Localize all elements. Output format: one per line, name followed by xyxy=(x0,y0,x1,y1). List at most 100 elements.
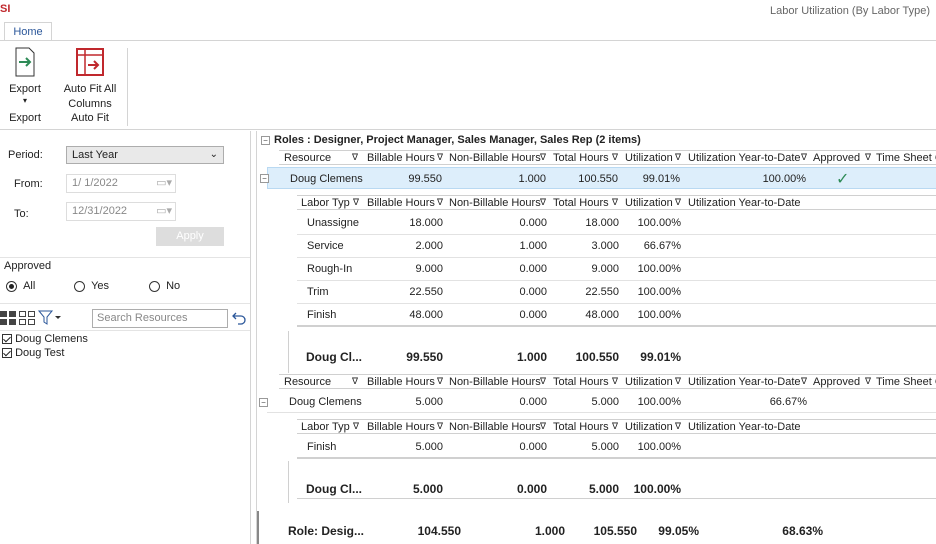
filter-icon[interactable]: ∇ xyxy=(352,152,358,163)
apply-button[interactable]: Apply xyxy=(156,227,224,246)
col-billable[interactable]: Billable Hours xyxy=(367,197,435,209)
col-labor-type[interactable]: Labor Typ xyxy=(301,197,350,209)
filter-icon[interactable]: ∇ xyxy=(437,376,443,387)
billable-value: 9.000 xyxy=(415,263,443,275)
resource-row[interactable]: − Doug Clemens 5.000 0.000 5.000 100.00%… xyxy=(259,391,936,413)
resource-item[interactable]: Doug Clemens xyxy=(2,333,88,345)
filter-icon[interactable]: ∇ xyxy=(353,421,359,432)
col-nonbillable[interactable]: Non-Billable Hours xyxy=(449,376,541,388)
filter-icon[interactable]: ∇ xyxy=(352,376,358,387)
col-resource[interactable]: Resource xyxy=(284,152,331,164)
approved-all-option[interactable]: All xyxy=(6,280,35,292)
labor-type: Finish xyxy=(307,441,337,453)
col-nonbillable[interactable]: Non-Billable Hours xyxy=(449,421,541,433)
filter-icon[interactable]: ∇ xyxy=(437,197,443,208)
from-date-field[interactable]: 1/ 1/2022 ▭▾ xyxy=(66,174,176,193)
total-value: 48.000 xyxy=(585,309,619,321)
col-util[interactable]: Utilization xyxy=(625,376,673,388)
col-billable[interactable]: Billable Hours xyxy=(367,152,435,164)
filter-icon[interactable]: ∇ xyxy=(865,152,871,163)
filter-icon[interactable]: ∇ xyxy=(801,152,807,163)
col-total[interactable]: Total Hours xyxy=(553,376,609,388)
col-util[interactable]: Utilization xyxy=(625,197,673,209)
filter-icon[interactable]: ∇ xyxy=(353,197,359,208)
filter-dropdown-icon[interactable] xyxy=(37,310,62,329)
filter-icon[interactable]: ∇ xyxy=(437,421,443,432)
autofit-button[interactable]: Auto Fit All Columns xyxy=(58,47,122,112)
search-resources-input[interactable]: Search Resources xyxy=(92,309,228,328)
resource-checkbox[interactable] xyxy=(2,348,12,359)
labor-row[interactable]: Finish 5.000 0.000 5.000 100.00% xyxy=(297,436,936,459)
col-ytd[interactable]: Utilization Year-to-Date xyxy=(688,197,801,209)
col-approved[interactable]: Approved xyxy=(813,376,860,388)
filter-icon[interactable]: ∇ xyxy=(675,152,681,163)
col-util[interactable]: Utilization xyxy=(625,152,673,164)
col-labor-type[interactable]: Labor Typ xyxy=(301,421,350,433)
filter-icon[interactable]: ∇ xyxy=(612,152,618,163)
col-approved[interactable]: Approved xyxy=(813,152,860,164)
calendar-icon[interactable]: ▭▾ xyxy=(156,203,172,220)
ytd-total: 68.63% xyxy=(782,524,823,538)
radio-yes[interactable] xyxy=(74,280,85,292)
approved-yes-option[interactable]: Yes xyxy=(74,280,109,292)
resource-name: Doug Clemens xyxy=(289,396,362,408)
filter-icon[interactable]: ∇ xyxy=(801,376,807,387)
filter-icon[interactable]: ∇ xyxy=(540,152,546,163)
divider xyxy=(0,303,250,304)
resource-checkbox[interactable] xyxy=(2,334,12,345)
filter-icon[interactable]: ∇ xyxy=(675,197,681,208)
labor-row[interactable]: Finish 48.000 0.000 48.000 100.00% xyxy=(297,304,936,327)
col-util[interactable]: Utilization xyxy=(625,421,673,433)
export-button[interactable]: Export ▾ xyxy=(2,47,48,105)
collapse-group-icon[interactable]: − xyxy=(261,136,270,145)
calendar-icon[interactable]: ▭▾ xyxy=(156,175,172,192)
approved-no-option[interactable]: No xyxy=(149,280,180,292)
filter-icon[interactable]: ∇ xyxy=(612,421,618,432)
to-date-field[interactable]: 12/31/2022 ▭▾ xyxy=(66,202,176,221)
resource-item[interactable]: Doug Test xyxy=(2,347,64,359)
col-resource[interactable]: Resource xyxy=(284,376,331,388)
col-billable[interactable]: Billable Hours xyxy=(367,421,435,433)
col-timesheet[interactable]: Time Sheet C xyxy=(876,376,936,388)
filter-icon[interactable]: ∇ xyxy=(540,421,546,432)
util-total: 99.05% xyxy=(658,524,699,538)
util-value: 100.00% xyxy=(637,396,681,408)
period-select[interactable]: Last Year ⌄ xyxy=(66,146,224,164)
col-billable[interactable]: Billable Hours xyxy=(367,376,435,388)
col-nonbillable[interactable]: Non-Billable Hours xyxy=(449,152,541,164)
col-total[interactable]: Total Hours xyxy=(553,152,609,164)
labor-row[interactable]: Rough-In 9.000 0.000 9.000 100.00% xyxy=(297,258,936,281)
undo-icon[interactable] xyxy=(231,311,247,328)
collapse-row-icon[interactable]: − xyxy=(260,174,269,183)
nonbillable-value: 0.000 xyxy=(519,286,547,298)
col-nonbillable[interactable]: Non-Billable Hours xyxy=(449,197,541,209)
filter-icon[interactable]: ∇ xyxy=(540,197,546,208)
filter-icon[interactable]: ∇ xyxy=(675,376,681,387)
tile-view-icon[interactable] xyxy=(19,311,35,328)
filter-icon[interactable]: ∇ xyxy=(612,376,618,387)
util-total: 99.01% xyxy=(640,350,681,364)
col-ytd[interactable]: Utilization Year-to-Date xyxy=(688,421,801,433)
col-total[interactable]: Total Hours xyxy=(553,197,609,209)
filter-icon[interactable]: ∇ xyxy=(612,197,618,208)
autofit-group-label: Auto Fit xyxy=(71,112,109,124)
col-total[interactable]: Total Hours xyxy=(553,421,609,433)
filter-icon[interactable]: ∇ xyxy=(437,152,443,163)
col-ytd[interactable]: Utilization Year-to-Date xyxy=(688,376,801,388)
labor-row[interactable]: Service 2.000 1.000 3.000 66.67% xyxy=(297,235,936,258)
util-value: 66.67% xyxy=(643,240,681,252)
resource-row[interactable]: − Doug Clemens 99.550 1.000 100.550 99.0… xyxy=(260,167,936,189)
col-ytd[interactable]: Utilization Year-to-Date xyxy=(688,152,801,164)
grid-view-icon[interactable] xyxy=(0,311,16,328)
filter-icon[interactable]: ∇ xyxy=(675,421,681,432)
radio-all[interactable] xyxy=(6,280,17,292)
radio-no[interactable] xyxy=(149,280,160,292)
collapse-row-icon[interactable]: − xyxy=(259,398,268,407)
util-value: 100.00% xyxy=(637,286,681,298)
labor-row[interactable]: Trim 22.550 0.000 22.550 100.00% xyxy=(297,281,936,304)
filter-icon[interactable]: ∇ xyxy=(540,376,546,387)
tab-home[interactable]: Home xyxy=(4,22,52,41)
col-timesheet[interactable]: Time Sheet C xyxy=(876,152,936,164)
filter-icon[interactable]: ∇ xyxy=(865,376,871,387)
labor-row[interactable]: Unassigne 18.000 0.000 18.000 100.00% xyxy=(297,212,936,235)
